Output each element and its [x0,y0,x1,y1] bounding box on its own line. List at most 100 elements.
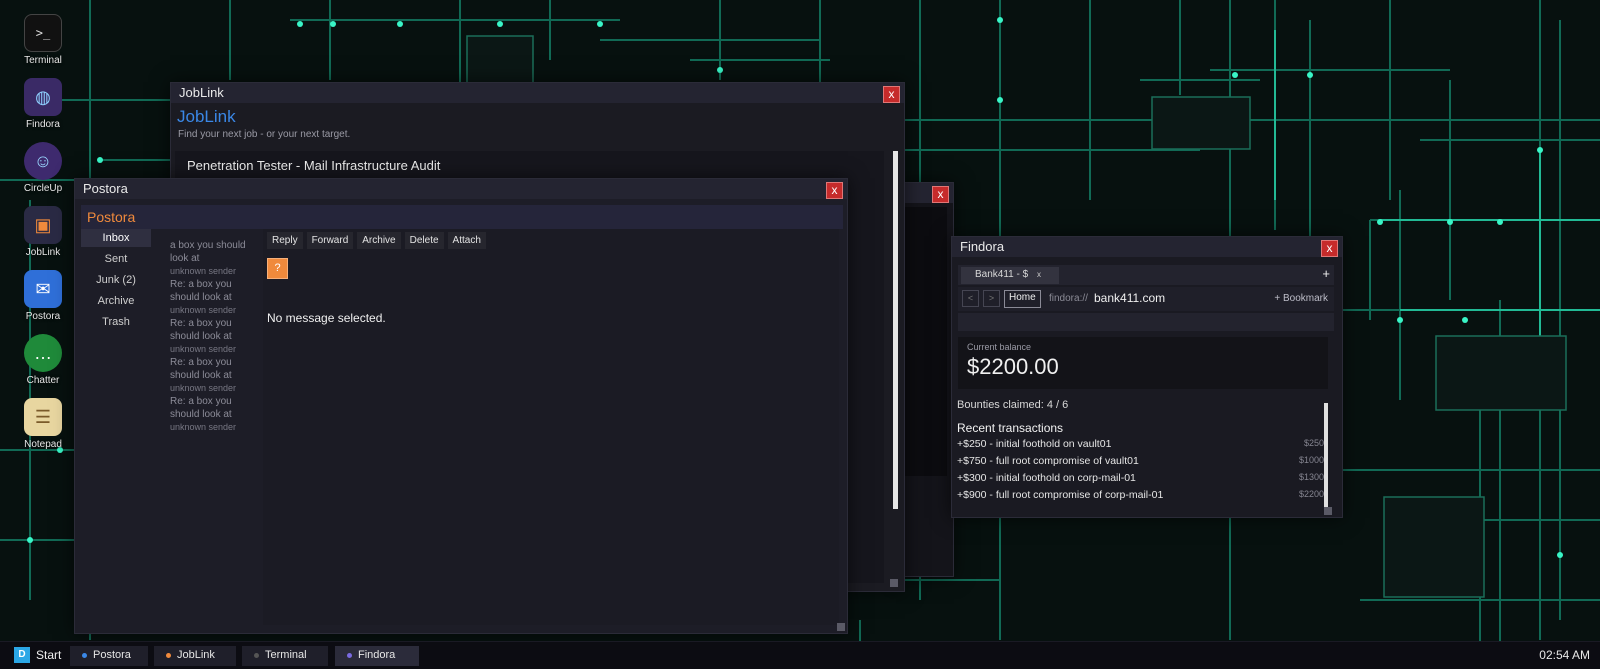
background-window-close-button[interactable]: x [932,186,949,203]
start-button[interactable]: D Start [14,647,61,663]
desktop-icon-joblink[interactable]: ▣ JobLink [16,206,70,258]
desktop-icon-label: Findora [26,119,60,130]
message-sender: unknown sender [170,422,237,432]
transaction-row: +$900 - full root compromise of corp-mai… [957,489,1324,506]
list-item[interactable]: Re: a box you should look at unknown sen… [170,356,260,395]
list-item[interactable]: Re: a box you should look at unknown sen… [170,395,260,434]
transaction-row: +$300 - initial foothold on corp-mail-01… [957,472,1324,489]
people-icon: ☺ [24,142,62,180]
clock: 02:54 AM [1539,648,1590,662]
postora-close-button[interactable]: x [826,182,843,199]
message-subject: a box you should look at [170,240,246,264]
address-bar[interactable]: bank411.com [1094,291,1165,305]
taskbar: D Start Postora JobLink Terminal Findora… [0,641,1600,669]
list-item[interactable]: a box you should look at unknown sender [170,239,260,278]
desktop-icon-findora[interactable]: ◍ Findora [16,78,70,130]
message-subject: Re: a box you should look at [170,396,232,420]
desktop-icon-label: Notepad [24,439,62,450]
folder-inbox[interactable]: Inbox [81,229,151,247]
bookmark-button[interactable]: + Bookmark [1274,293,1328,304]
envelope-icon: ✉ [24,270,62,308]
joblink-window-title: JobLink [179,85,224,100]
taskbar-item-label: Terminal [265,649,307,661]
folder-archive[interactable]: Archive [81,292,151,310]
postora-resize-grip[interactable] [837,623,845,631]
question-icon: ? [267,258,288,279]
empty-state-text: No message selected. [267,311,386,325]
transaction-list: +$250 - initial foothold on vault01 $250… [957,438,1324,506]
message-subject: Re: a box you should look at [170,279,232,303]
taskbar-item-terminal[interactable]: Terminal [242,646,328,666]
joblink-close-button[interactable]: x [883,86,900,103]
url-scheme[interactable]: findora:// [1049,293,1088,304]
desktop-icon-circleup[interactable]: ☺ CircleUp [16,142,70,194]
bounties-claimed: Bounties claimed: 4 / 6 [957,399,1069,411]
transaction-row: +$250 - initial foothold on vault01 $250 [957,438,1324,455]
folder-trash[interactable]: Trash [81,313,151,331]
taskbar-item-postora[interactable]: Postora [70,646,148,666]
taskbar-item-label: JobLink [177,649,215,661]
list-item[interactable]: Re: a box you should look at unknown sen… [170,278,260,317]
findora-close-button[interactable]: x [1321,240,1338,257]
archive-button[interactable]: Archive [357,232,401,249]
tab-close-icon[interactable]: x [1037,270,1041,279]
folder-junk[interactable]: Junk (2) [81,271,151,289]
transaction-running-total: $2200 [1298,489,1324,499]
browser-tab[interactable]: Bank411 - $ x [961,267,1059,284]
findora-window: Findora x Bank411 - $ x + < > Home findo… [951,236,1343,518]
home-button[interactable]: Home [1004,290,1041,308]
reply-button[interactable]: Reply [267,232,303,249]
browser-nav-bar: < > Home findora:// bank411.com + Bookma… [958,287,1334,311]
joblink-scrollbar[interactable] [893,151,898,509]
delete-button[interactable]: Delete [404,232,444,249]
balance-card: Current balance $2200.00 [958,337,1328,389]
desktop-icon-postora[interactable]: ✉ Postora [16,270,70,322]
folder-sent[interactable]: Sent [81,250,151,268]
notepad-icon: ☰ [24,398,62,436]
desktop-icon-terminal[interactable]: >_ Terminal [16,14,70,66]
findora-titlebar[interactable]: Findora x [952,237,1342,257]
attach-button[interactable]: Attach [447,232,486,249]
desktop-icon-label: Terminal [24,55,62,66]
message-sender: unknown sender [170,383,237,393]
folder-list: Inbox Sent Junk (2) Archive Trash [81,229,151,334]
transaction-running-total: $250 [1303,438,1324,448]
findora-scrollbar[interactable] [1324,403,1328,511]
job-title[interactable]: Penetration Tester - Mail Infrastructure… [175,151,884,180]
back-button[interactable]: < [962,290,979,307]
balance-value: $2200.00 [967,354,1059,379]
new-tab-button[interactable]: + [1322,266,1330,281]
desktop-icon-label: JobLink [25,247,61,258]
forward-button[interactable]: Forward [306,232,354,249]
forward-button[interactable]: > [983,290,1000,307]
terminal-icon: >_ [24,14,62,52]
desktop-icon-label: Chatter [26,375,60,386]
taskbar-item-findora[interactable]: Findora [335,646,419,666]
findora-resize-grip[interactable] [1324,507,1332,515]
joblink-brand: JobLink [177,107,236,126]
joblink-resize-grip[interactable] [890,579,898,587]
chat-bubble-icon: … [24,334,62,372]
reading-pane: Reply Forward Archive Delete Attach ? No… [263,229,839,625]
joblink-titlebar[interactable]: JobLink x [171,83,904,103]
desktop-icon-label: CircleUp [23,183,63,194]
transaction-description: +$750 - full root compromise of vault01 [957,455,1139,467]
transaction-running-total: $1300 [1298,472,1324,482]
browser-tab-label: Bank411 - $ [975,269,1029,280]
postora-window: Postora x Postora Inbox Sent Junk (2) Ar… [74,178,848,634]
message-sender: unknown sender [170,305,237,315]
message-subject: Re: a box you should look at [170,318,232,342]
taskbar-item-joblink[interactable]: JobLink [154,646,236,666]
app-dot-icon [82,652,87,658]
desktop-icon-notepad[interactable]: ☰ Notepad [16,398,70,450]
browser-tab-bar: Bank411 - $ x + [958,265,1334,285]
app-dot-icon [254,652,259,658]
bookmarks-bar [958,313,1334,331]
recent-transactions-title: Recent transactions [957,421,1064,435]
postora-titlebar[interactable]: Postora x [75,179,847,199]
briefcase-icon: ▣ [24,206,62,244]
desktop-icon-chatter[interactable]: … Chatter [16,334,70,386]
desktop-icon-label: Postora [25,311,61,322]
list-item[interactable]: Re: a box you should look at unknown sen… [170,317,260,356]
taskbar-item-label: Findora [358,649,396,661]
